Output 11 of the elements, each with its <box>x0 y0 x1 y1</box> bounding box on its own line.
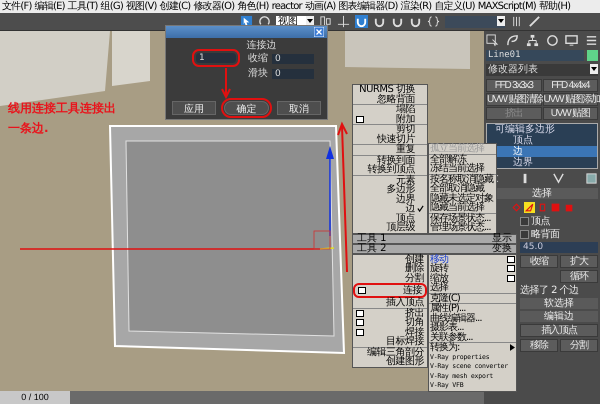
quad-title: 显示 <box>492 234 512 242</box>
checkbox-label: 略背面 <box>531 229 560 240</box>
quad-title: 工具 2 <box>357 244 387 252</box>
quad-title: 变换 <box>492 244 512 252</box>
field-label: 收缩 <box>248 53 268 64</box>
selection-info: 选择了 2 个边 <box>520 285 580 296</box>
quad-title: 工具 1 <box>357 234 387 242</box>
field-label: 滑块 <box>248 68 268 79</box>
annotation-text: 线用连接工具连接出一条边. <box>8 100 116 137</box>
group-label: 连接边 <box>246 40 276 51</box>
checkbox-label: 顶点 <box>531 216 550 227</box>
